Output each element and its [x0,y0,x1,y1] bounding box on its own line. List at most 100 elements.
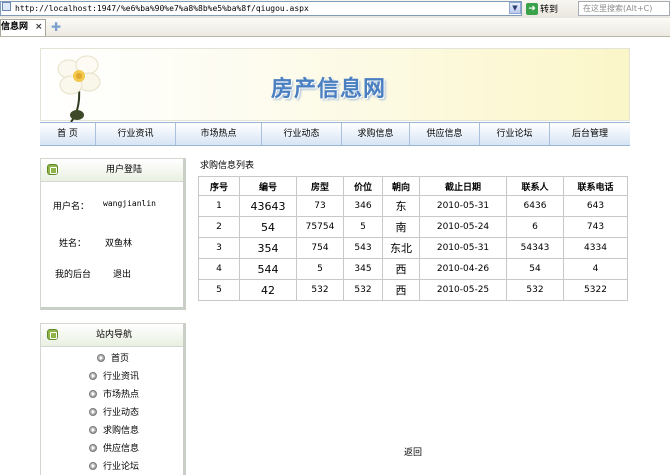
cell-id[interactable]: 43643 [239,195,297,217]
address-input[interactable]: http://localhost:1947/%e6%ba%90%e7%a8%8b… [0,1,522,16]
cell-price: 543 [343,237,383,259]
cell-contact: 54 [506,258,564,280]
tab-title: 信息网 [1,22,29,32]
cell-index: 4 [198,258,240,280]
cell-phone: 643 [563,195,628,217]
side-nav-label: 供应信息 [103,444,140,454]
cell-phone: 5322 [563,279,628,301]
search-input[interactable]: 在这里搜索(Alt+C) [578,1,670,16]
arrow-bullet-icon [89,425,97,434]
cell-orientation: 西 [382,279,420,301]
col-header: 序号 [198,176,240,196]
col-header: 联系人 [506,176,564,196]
nav-supply-info[interactable]: 供应信息 [410,123,480,145]
cell-contact: 6 [506,216,564,238]
cell-price: 5 [343,216,383,238]
col-header: 房型 [296,176,344,196]
cell-phone: 4334 [563,237,628,259]
address-dropdown-icon[interactable]: ▼ [509,2,521,14]
login-panel-title: 用户登陆 [105,165,142,175]
cell-price: 345 [343,258,383,280]
arrow-bullet-icon [97,353,105,362]
cell-id[interactable]: 354 [239,237,297,259]
my-backend-link[interactable]: 我的后台 [55,267,91,280]
col-header: 朝向 [382,176,420,196]
nav-forum[interactable]: 行业论坛 [480,123,550,145]
col-header: 截止日期 [419,176,507,196]
browser-toolbar: http://localhost:1947/%e6%ba%90%e7%a8%8b… [0,0,670,19]
username-label: 用户名： [53,202,90,212]
side-nav-purchase-info[interactable]: 求购信息 [89,423,139,436]
nav-industry-news[interactable]: 行业资讯 [96,123,176,145]
table-row: 4 544 5 345 西 2010-04-26 54 4 [198,258,628,280]
site-container: 房产信息网 首 页 行业资讯 市场热点 行业动态 求购信息 供应信息 行业论坛 … [40,48,630,475]
cell-phone: 743 [563,216,628,238]
nav-purchase-info[interactable]: 求购信息 [342,123,410,145]
cell-id[interactable]: 544 [239,258,297,280]
go-button-label: 转到 [540,5,559,15]
arrow-bullet-icon [89,389,97,398]
purchase-table: 序号 编号 房型 价位 朝向 截止日期 联系人 联系电话 1 43643 73 … [198,176,628,301]
cell-layout: 532 [296,279,344,301]
table-row: 3 354 754 543 东北 2010-05-31 54343 4334 [198,237,628,259]
panel-book-icon [47,329,58,340]
go-button[interactable]: ➜ 转到 [526,1,570,16]
main-nav: 首 页 行业资讯 市场热点 行业动态 求购信息 供应信息 行业论坛 后台管理 [40,122,630,146]
go-arrow-icon: ➜ [526,2,538,15]
cell-index: 1 [198,195,240,217]
side-nav-forum[interactable]: 行业论坛 [89,459,139,472]
cell-layout: 73 [296,195,344,217]
table-row: 1 43643 73 346 东 2010-05-31 6436 643 [198,195,628,217]
arrow-bullet-icon [89,443,97,452]
arrow-bullet-icon [89,371,97,380]
nav-home[interactable]: 首 页 [40,123,96,145]
tab-page[interactable]: 信息网 × [0,19,46,36]
nav-market-hot[interactable]: 市场热点 [176,123,262,145]
col-header: 联系电话 [563,176,628,196]
close-tab-icon[interactable]: × [35,20,43,35]
side-nav-industry-news[interactable]: 行业资讯 [89,369,139,382]
col-header: 价位 [343,176,383,196]
cell-index: 3 [198,237,240,259]
cell-deadline: 2010-05-24 [419,216,507,238]
cell-contact: 6436 [506,195,564,217]
arrow-bullet-icon [89,407,97,416]
username-value: wangjianlin [103,199,156,208]
site-banner: 房产信息网 [40,48,630,122]
cell-orientation: 西 [382,258,420,280]
cell-deadline: 2010-04-26 [419,258,507,280]
cell-index: 2 [198,216,240,238]
side-nav-label: 市场热点 [103,390,140,400]
site-nav-panel: 站内导航 首页 行业资讯 市场热点 行业动态 求购信息 供应信息 行业论坛 [40,323,186,475]
new-tab-icon[interactable]: ✚ [50,21,62,33]
side-nav-supply-info[interactable]: 供应信息 [89,441,139,454]
login-panel: 用户登陆 用户名： wangjianlin 姓名： 双鱼林 我的后台 退出 [40,158,186,310]
cell-deadline: 2010-05-31 [419,195,507,217]
side-nav-home[interactable]: 首页 [97,351,129,364]
logout-link[interactable]: 退出 [113,267,131,280]
page-icon [2,2,11,11]
side-nav-industry-trends[interactable]: 行业动态 [89,405,139,418]
side-nav-label: 首页 [111,354,130,364]
table-row: 2 54 75754 5 南 2010-05-24 6 743 [198,216,628,238]
name-label: 姓名： [59,239,87,249]
cell-layout: 5 [296,258,344,280]
cell-contact: 54343 [506,237,564,259]
name-value: 双鱼林 [105,239,133,249]
back-link[interactable]: 返回 [404,445,422,458]
nav-admin[interactable]: 后台管理 [550,123,630,145]
cell-orientation: 南 [382,216,420,238]
cell-deadline: 2010-05-25 [419,279,507,301]
cell-price: 346 [343,195,383,217]
col-header: 编号 [239,176,297,196]
tab-bar: 信息网 × ✚ [0,18,670,37]
cell-id[interactable]: 42 [239,279,297,301]
cell-price: 532 [343,279,383,301]
nav-industry-trends[interactable]: 行业动态 [262,123,342,145]
cell-id[interactable]: 54 [239,216,297,238]
side-nav-market-hot[interactable]: 市场热点 [89,387,139,400]
cell-layout: 754 [296,237,344,259]
cell-deadline: 2010-05-31 [419,237,507,259]
arrow-bullet-icon [89,461,97,470]
cell-phone: 4 [563,258,628,280]
